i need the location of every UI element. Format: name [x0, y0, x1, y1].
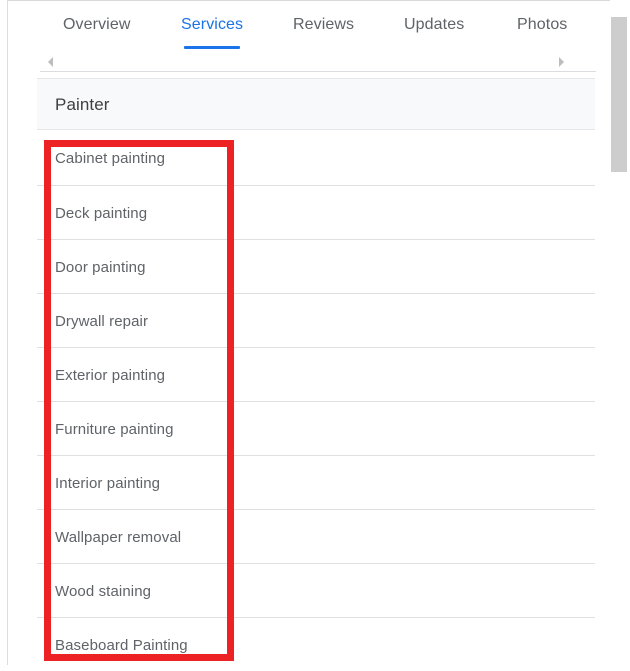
- tab-reviews[interactable]: Reviews: [293, 14, 354, 36]
- service-name: Baseboard Painting: [55, 637, 188, 654]
- page-left-border: [7, 0, 8, 665]
- service-name: Wallpaper removal: [55, 529, 182, 546]
- tab-overview[interactable]: Overview: [63, 14, 130, 36]
- category-header-painter: Painter: [37, 78, 595, 130]
- service-row[interactable]: Wood staining: [37, 563, 595, 617]
- service-name: Exterior painting: [55, 367, 166, 384]
- service-name: Cabinet painting: [55, 150, 166, 167]
- tab-scroll-strip: [8, 51, 602, 75]
- chevron-right-icon[interactable]: [554, 54, 568, 70]
- tab-list: Overview Services Reviews Updates Photos: [8, 1, 602, 51]
- services-list: Cabinet painting Deck painting Door pain…: [37, 131, 595, 671]
- service-row[interactable]: Exterior painting: [37, 347, 595, 401]
- service-row[interactable]: Furniture painting: [37, 401, 595, 455]
- service-row[interactable]: Drywall repair: [37, 293, 595, 347]
- service-row[interactable]: Cabinet painting: [37, 131, 595, 185]
- tab-photos[interactable]: Photos: [517, 14, 567, 36]
- service-row[interactable]: Wallpaper removal: [37, 509, 595, 563]
- service-row[interactable]: Baseboard Painting: [37, 617, 595, 671]
- tab-services[interactable]: Services: [181, 14, 243, 36]
- service-name: Deck painting: [55, 205, 148, 222]
- service-row[interactable]: Door painting: [37, 239, 595, 293]
- chevron-left-icon[interactable]: [44, 54, 58, 70]
- category-title: Painter: [55, 95, 110, 114]
- service-row[interactable]: Deck painting: [37, 185, 595, 239]
- active-tab-underline: [184, 46, 240, 49]
- service-name: Wood staining: [55, 583, 152, 600]
- tab-updates[interactable]: Updates: [404, 14, 464, 36]
- tab-strip-divider: [40, 71, 596, 72]
- page-scrollbar-thumb[interactable]: [611, 17, 627, 172]
- service-row[interactable]: Interior painting: [37, 455, 595, 509]
- tab-bar: Overview Services Reviews Updates Photos: [8, 1, 602, 51]
- services-page: Overview Services Reviews Updates Photos…: [0, 0, 630, 665]
- service-name: Door painting: [55, 259, 146, 276]
- service-name: Furniture painting: [55, 421, 174, 438]
- page-scrollbar[interactable]: [610, 0, 630, 665]
- service-name: Interior painting: [55, 475, 161, 492]
- service-name: Drywall repair: [55, 313, 149, 330]
